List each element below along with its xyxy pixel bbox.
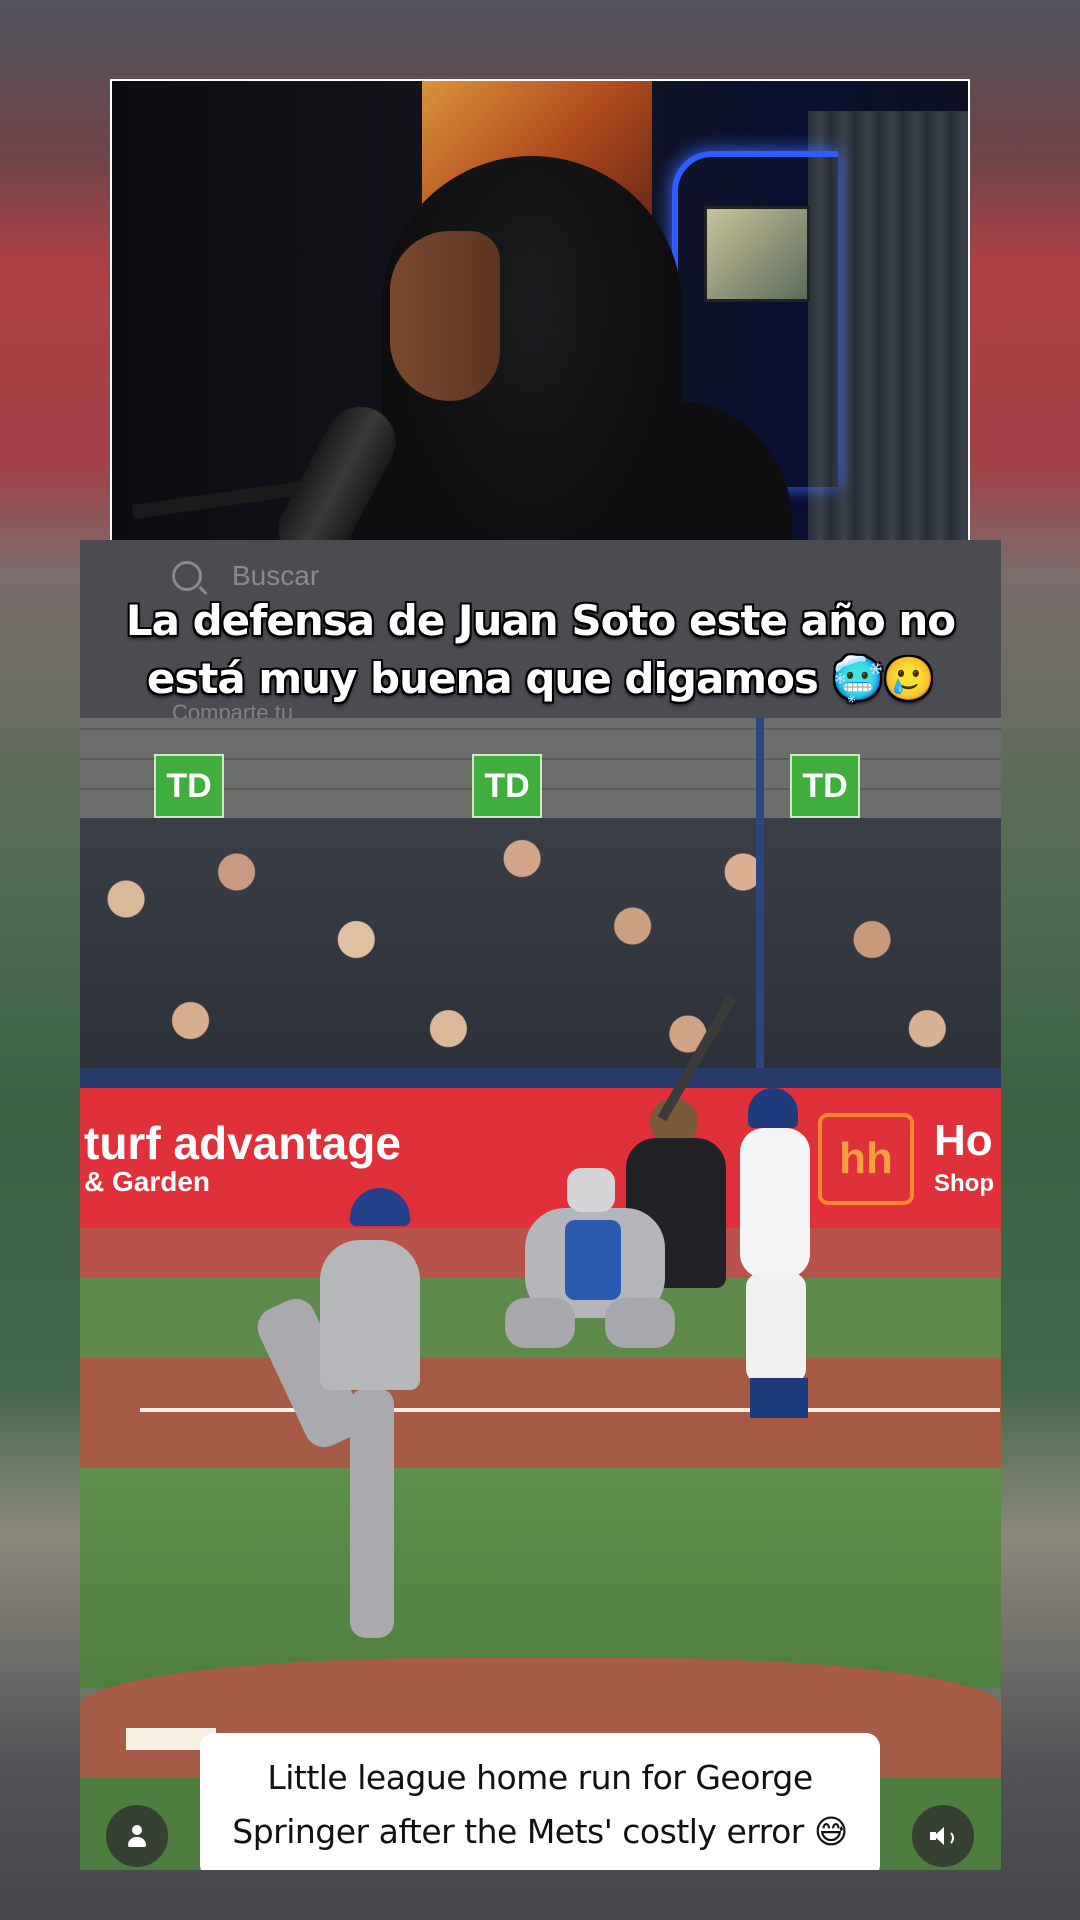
catcher-leg (505, 1298, 575, 1348)
person-icon (125, 1824, 149, 1848)
pitcher (251, 1188, 430, 1648)
volume-button[interactable] (912, 1805, 974, 1867)
batter-pants (746, 1273, 806, 1383)
ad-text-right-sub: Shop (934, 1170, 994, 1197)
bubble-line-2: Springer after the Mets' costly error 😅 (232, 1812, 848, 1851)
td-sponsor-logo: TD (790, 754, 860, 818)
ad-text-left: turf advantage (84, 1117, 401, 1169)
chalk-line (140, 1408, 1000, 1412)
batter-jersey (740, 1128, 810, 1278)
camera-pole (756, 718, 764, 1098)
video-caption: La defensa de Juan Soto este año no está… (80, 592, 1001, 708)
pitcher-jersey (320, 1240, 420, 1390)
td-sponsor-logo: TD (154, 754, 224, 818)
ad-text-left-sub: & Garden (84, 1166, 211, 1197)
baseball-video[interactable]: TD TD TD turf advantage & Garden hh Ho S… (80, 718, 1001, 1870)
catcher (505, 1168, 675, 1368)
home-hardware-logo: hh (818, 1113, 914, 1205)
pitcher-cap (350, 1188, 410, 1226)
batter (720, 1088, 820, 1418)
profile-button[interactable] (106, 1805, 168, 1867)
ghost-search-bar: Buscar (172, 560, 319, 592)
pitcher-leg (350, 1388, 394, 1638)
speaker-icon (929, 1824, 957, 1848)
ghost-search-label: Buscar (232, 560, 320, 591)
catcher-mask (567, 1168, 615, 1212)
catcher-chest-pad (565, 1220, 621, 1300)
grass-infield (80, 1468, 1001, 1688)
caption-line-2: está muy buena que digamos 🥶🥲 (146, 654, 935, 703)
ad-text-right: Ho (934, 1116, 993, 1165)
webcam-overlay (110, 79, 970, 561)
post-panel: Buscar Comparte tu La defensa de Juan So… (80, 540, 1001, 1870)
video-text-bubble: Little league home run for George Spring… (200, 1733, 880, 1870)
streamer-face (390, 231, 500, 401)
bubble-line-1: Little league home run for George (267, 1758, 813, 1797)
batter-helmet (748, 1088, 798, 1128)
batter-socks (750, 1378, 808, 1418)
td-sponsor-logo: TD (472, 754, 542, 818)
crowd (80, 818, 1001, 1088)
caption-line-1: La defensa de Juan Soto este año no (125, 596, 956, 645)
home-plate-dirt (80, 1358, 1001, 1468)
search-icon (172, 561, 202, 591)
catcher-leg (605, 1298, 675, 1348)
field-wall-padding (80, 1068, 1001, 1090)
background-screen (704, 206, 810, 302)
